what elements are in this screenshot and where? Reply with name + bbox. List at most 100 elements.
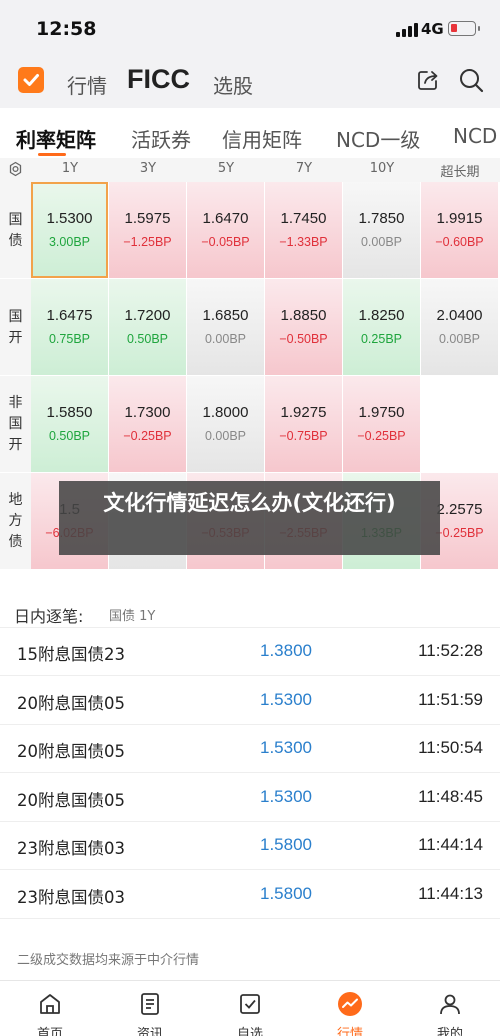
trade-price: 1.5800 xyxy=(260,835,312,854)
bottom-tab-bar: 首页 资讯 自选 行情 我的 xyxy=(0,980,500,1036)
row-label-char: 非 xyxy=(8,395,23,411)
network-type: 4G xyxy=(421,20,444,38)
matrix-cell[interactable] xyxy=(421,376,498,472)
cell-change: −0.50BP xyxy=(279,332,328,346)
matrix-cell[interactable]: 1.6470 −0.05BP xyxy=(187,182,264,278)
tab-ncd[interactable]: NCD xyxy=(453,124,497,148)
tab-watchlist[interactable]: 自选 xyxy=(200,981,300,1036)
trade-row[interactable]: 15附息国债23 1.3800 11:52:28 xyxy=(0,628,500,676)
matrix-cell[interactable]: 1.7850 0.00BP xyxy=(343,182,420,278)
cell-yield: 1.8250 xyxy=(358,307,405,324)
tab-home[interactable]: 首页 xyxy=(0,981,100,1036)
matrix-cell[interactable]: 1.7200 0.50BP xyxy=(109,279,186,375)
cell-change: 0.00BP xyxy=(438,332,480,346)
matrix-cell[interactable]: 2.0400 0.00BP xyxy=(421,279,498,375)
search-icon[interactable] xyxy=(458,67,484,93)
cell-yield: 1.7200 xyxy=(124,307,171,324)
cell-change: 0.50BP xyxy=(126,332,168,346)
matrix-cell[interactable]: 1.8850 −0.50BP xyxy=(265,279,342,375)
row-label-char: 地 xyxy=(8,492,23,508)
trade-bond-name: 20附息国债05 xyxy=(17,790,125,810)
row-label-char: 方 xyxy=(8,513,23,529)
nav-ficc[interactable]: FICC xyxy=(127,64,190,95)
cell-yield: 1.5975 xyxy=(124,210,171,227)
cell-yield: 1.6475 xyxy=(46,307,93,324)
trade-row[interactable]: 20附息国债05 1.5300 11:50:54 xyxy=(0,725,500,773)
news-icon xyxy=(141,993,159,1015)
row-label-char: 开 xyxy=(8,437,23,453)
settings-icon[interactable] xyxy=(7,161,24,178)
footnote-text: 二级成交数据均来源于中介行情 xyxy=(17,953,200,968)
trade-row[interactable]: 23附息国债03 1.5800 11:44:14 xyxy=(0,822,500,870)
matrix-cell[interactable]: 1.8250 0.25BP xyxy=(343,279,420,375)
trade-price: 1.5300 xyxy=(260,738,312,757)
trade-row[interactable]: 20附息国债05 1.5300 11:48:45 xyxy=(0,774,500,822)
tab-ncd-primary[interactable]: NCD一级 xyxy=(336,124,420,153)
cell-change: 0.50BP xyxy=(48,429,90,443)
tab-label: 资讯 xyxy=(136,1027,163,1036)
trade-bond-name: 20附息国债05 xyxy=(17,693,125,713)
matrix-cell[interactable]: 1.8000 0.00BP xyxy=(187,376,264,472)
col-header[interactable]: 7Y xyxy=(265,161,343,176)
matrix-cell[interactable]: 1.7300 −0.25BP xyxy=(109,376,186,472)
tab-rate-matrix[interactable]: 利率矩阵 xyxy=(16,124,96,153)
cell-yield: 1.9915 xyxy=(436,210,483,227)
trade-row[interactable]: 20附息国债05 1.5300 11:51:59 xyxy=(0,677,500,725)
app-header: 行情 FICC 选股 xyxy=(0,58,500,108)
nav-stock-picker[interactable]: 选股 xyxy=(213,70,253,99)
tab-profile[interactable]: 我的 xyxy=(400,981,500,1036)
nav-market[interactable]: 行情 xyxy=(67,70,107,99)
watchlist-icon xyxy=(240,994,260,1014)
matrix-cell[interactable]: 1.9275 −0.75BP xyxy=(265,376,342,472)
matrix-cell[interactable]: 1.5975 −1.25BP xyxy=(109,182,186,278)
trade-time: 11:48:45 xyxy=(418,786,483,806)
cell-change: 0.00BP xyxy=(360,235,402,249)
profile-icon xyxy=(440,994,460,1015)
matrix-cell[interactable]: 1.6850 0.00BP xyxy=(187,279,264,375)
trade-time: 11:51:59 xyxy=(418,689,483,709)
matrix-cell[interactable]: 1.9750 −0.25BP xyxy=(343,376,420,472)
col-header[interactable]: 10Y xyxy=(343,161,421,176)
cell-yield: 1.5300 xyxy=(46,210,93,227)
matrix-cell[interactable]: 1.7450 −1.33BP xyxy=(265,182,342,278)
row-label-char: 国 xyxy=(8,416,23,432)
matrix-cell[interactable]: 1.5300 3.00BP xyxy=(31,182,108,278)
cell-yield: 1.8000 xyxy=(202,404,249,421)
cell-yield: 1.8850 xyxy=(280,307,327,324)
footnote: 二级成交数据均来源于中介行情 xyxy=(0,930,500,980)
tab-news[interactable]: 资讯 xyxy=(100,981,200,1036)
row-label-char: 开 xyxy=(8,329,23,346)
app-logo-icon[interactable] xyxy=(18,67,44,93)
col-header[interactable]: 5Y xyxy=(187,161,265,176)
col-header[interactable]: 1Y xyxy=(31,161,109,176)
tab-active-bonds[interactable]: 活跃券 xyxy=(131,124,191,153)
row-label-char: 国 xyxy=(8,211,23,228)
matrix-cell[interactable]: 1.6475 0.75BP xyxy=(31,279,108,375)
tab-market[interactable]: 行情 xyxy=(300,981,400,1036)
tab-label: 我的 xyxy=(436,1027,463,1036)
trades-subtitle: 国债 1Y xyxy=(109,609,156,624)
active-tab-indicator xyxy=(38,153,66,156)
row-label: 国开 xyxy=(0,279,31,375)
cell-change: −0.05BP xyxy=(201,235,250,249)
trade-row[interactable]: 23附息国债03 1.5800 11:44:13 xyxy=(0,871,500,919)
matrix-cell[interactable]: 1.5850 0.50BP xyxy=(31,376,108,472)
trade-bond-name: 23附息国债03 xyxy=(17,839,125,858)
trade-price: 1.5800 xyxy=(260,883,312,903)
cell-yield: 1.5850 xyxy=(46,404,93,421)
trade-bond-name: 23附息国债03 xyxy=(17,887,125,907)
status-time: 12:58 xyxy=(36,18,97,40)
trade-time: 11:44:14 xyxy=(418,835,483,854)
tab-credit-matrix[interactable]: 信用矩阵 xyxy=(222,124,302,153)
trades-header: 日内逐笔: 国债 1Y xyxy=(0,580,500,628)
cell-yield: 1.7300 xyxy=(124,404,171,421)
trade-price: 1.3800 xyxy=(260,641,312,660)
cell-yield: 1.9275 xyxy=(280,404,327,421)
col-header[interactable]: 3Y xyxy=(109,161,187,176)
trade-time: 11:44:13 xyxy=(418,883,483,903)
share-icon[interactable] xyxy=(416,68,440,92)
col-header[interactable]: 超长期 xyxy=(421,161,499,180)
cell-yield: 1.9750 xyxy=(358,404,405,421)
cell-yield: 1.6470 xyxy=(202,210,249,227)
matrix-cell[interactable]: 1.9915 −0.60BP xyxy=(421,182,498,278)
